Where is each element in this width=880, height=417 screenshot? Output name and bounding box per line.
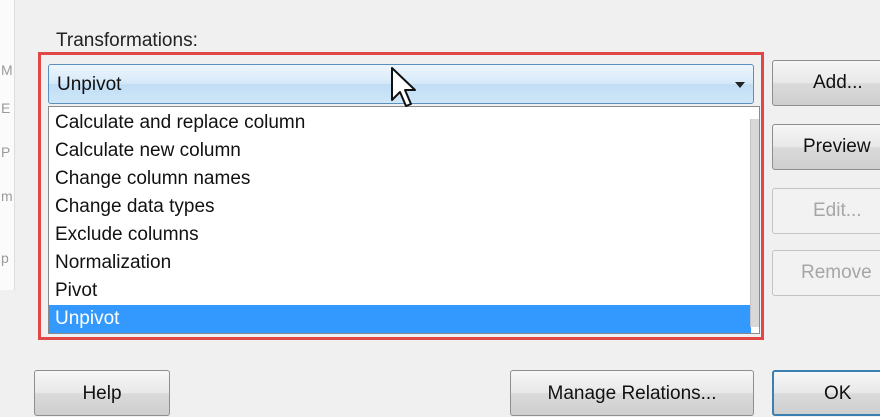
background-letter: P [1,144,11,160]
background-letter: p [1,250,9,266]
add-button[interactable]: Add... [772,60,880,106]
background-letter: m [1,188,13,204]
edit-button[interactable]: Edit... [772,188,880,234]
preview-button[interactable]: Preview [772,124,880,170]
manage-relations-button[interactable]: Manage Relations... [510,370,754,416]
background-letter: E [1,100,11,116]
remove-button[interactable]: Remove [772,250,880,296]
background-letter: M [1,62,13,78]
background-dialog-edge: M E P m p [0,0,15,290]
ok-button[interactable]: OK [772,370,880,416]
mouse-pointer-icon [391,67,416,107]
transformations-label: Transformations: [56,30,198,51]
help-button[interactable]: Help [34,370,170,416]
